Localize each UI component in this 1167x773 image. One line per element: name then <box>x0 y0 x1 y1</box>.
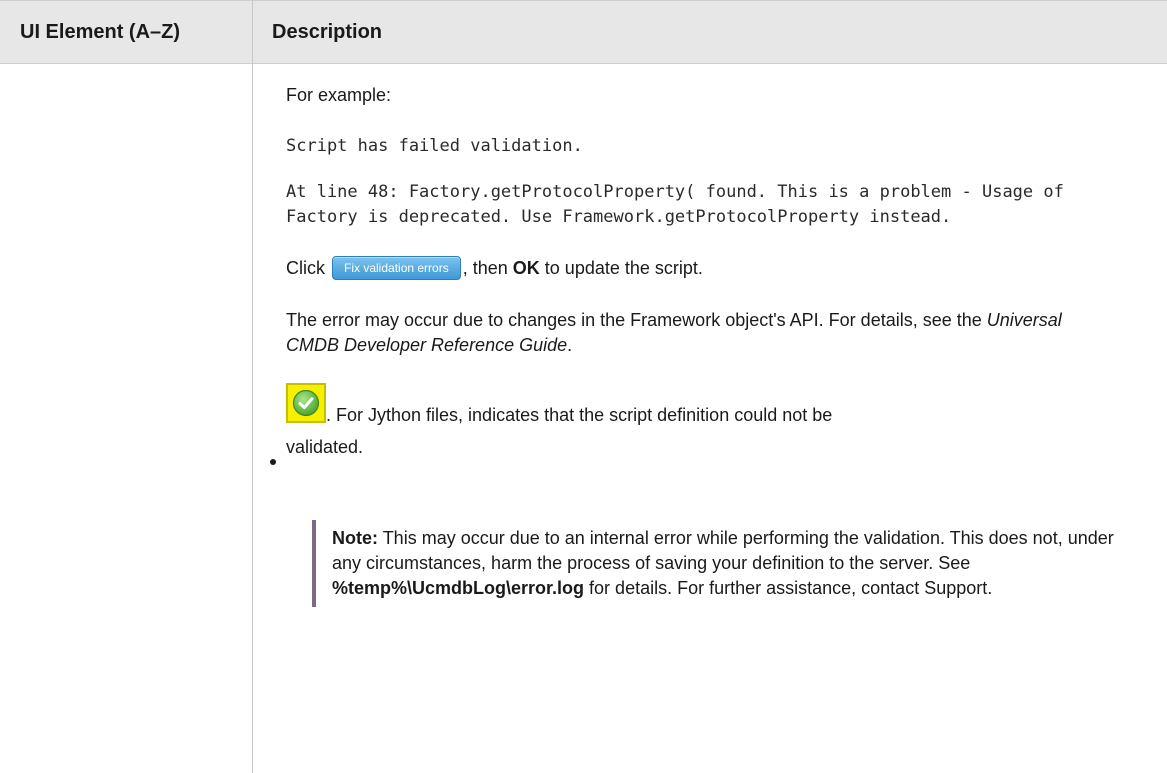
note-block: Note: This may occur due to an internal … <box>312 520 1132 607</box>
column-header-ui-element: UI Element (A–Z) <box>20 21 181 43</box>
error-log-path: %temp%\UcmdbLog\error.log <box>332 578 585 598</box>
error-text-1: The error may occur due to changes in th… <box>286 310 982 330</box>
click-suffix-text: to update the script. <box>544 258 703 278</box>
bullet-text-1: . For Jython files, indicates that the s… <box>326 405 833 425</box>
table-header-row: UI Element (A–Z) Description <box>0 0 1167 64</box>
fix-validation-errors-button[interactable]: Fix validation errors <box>332 256 461 280</box>
click-prefix-text: Click <box>286 258 325 278</box>
bullet-text: . For Jython files, indicates that the s… <box>286 383 1116 460</box>
error-text-2: . <box>567 335 573 355</box>
reference-table: UI Element (A–Z) Description For example… <box>0 0 1167 773</box>
click-mid-text: , then <box>462 258 508 278</box>
bullet-first-line: . For Jython files, indicates that the s… <box>286 383 1116 435</box>
error-explanation: The error may occur due to changes in th… <box>286 308 1116 358</box>
for-example-text: For example: <box>286 85 392 105</box>
bullet-text-2: validated. <box>286 437 364 457</box>
note-label: Note: <box>332 528 378 548</box>
column-divider <box>252 0 253 773</box>
code-message-line-1: Script has failed validation. <box>286 136 583 156</box>
note-text-1: This may occur due to an internal error … <box>332 528 1114 573</box>
column-header-description: Description <box>272 21 383 43</box>
green-checkmark-icon <box>286 383 326 423</box>
note-text-2: for details. For further assistance, con… <box>589 578 993 598</box>
click-instruction: Click Fix validation errors, then OK to … <box>286 256 703 281</box>
code-message-line-2: At line 48: Factory.getProtocolProperty(… <box>286 182 1064 227</box>
ok-label: OK <box>512 258 540 278</box>
bullet-icon <box>270 459 276 465</box>
